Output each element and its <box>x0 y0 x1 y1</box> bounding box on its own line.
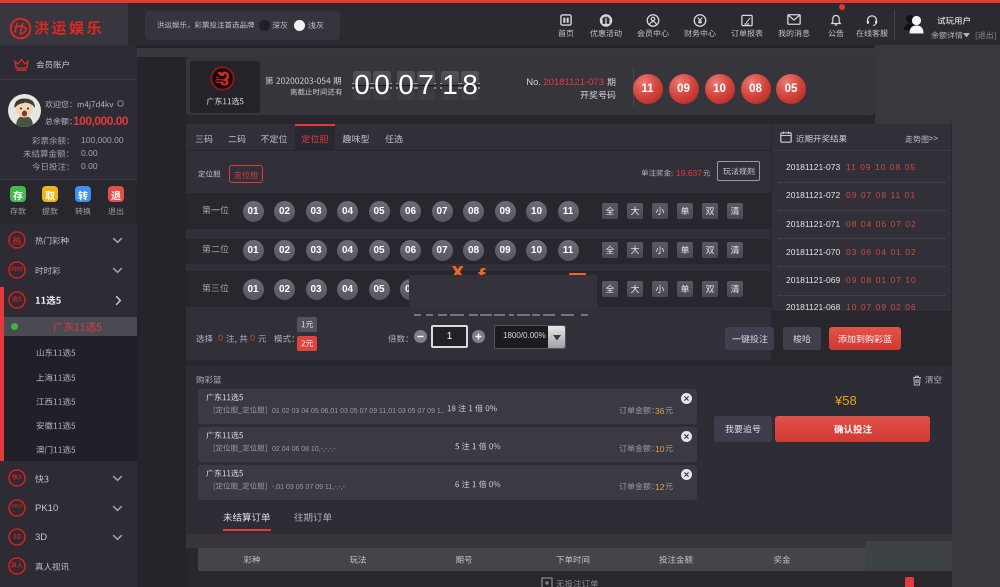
svg-text:11X5: 11X5 <box>217 79 223 83</box>
